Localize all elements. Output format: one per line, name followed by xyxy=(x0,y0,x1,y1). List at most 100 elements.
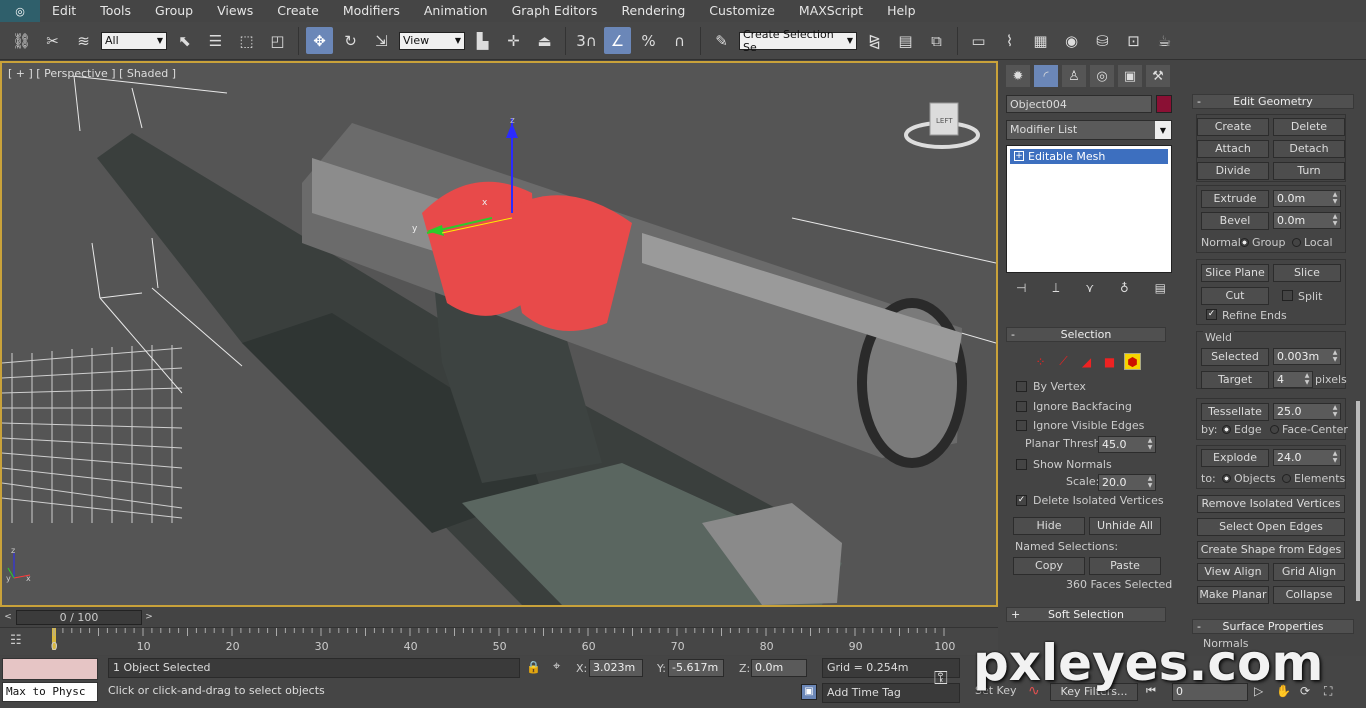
previous-frame-icon[interactable]: < xyxy=(1,610,15,625)
collapse-button[interactable]: Collapse xyxy=(1273,586,1345,604)
select-and-move-icon[interactable]: ✥ xyxy=(306,27,333,54)
rect-selection-region-icon[interactable]: ⬚ xyxy=(233,27,260,54)
explode-elements-radio[interactable]: Elements xyxy=(1282,472,1345,485)
menu-tools[interactable]: Tools xyxy=(88,0,143,22)
create-button[interactable]: Create xyxy=(1197,118,1269,136)
explode-objects-radio[interactable]: Objects xyxy=(1222,472,1276,485)
absolute-mode-icon[interactable]: ⌖ xyxy=(553,659,560,674)
toggle-ribbon-icon[interactable]: ▭ xyxy=(965,27,992,54)
layer-manager-icon[interactable]: ⧉ xyxy=(923,27,950,54)
maxscript-listener-mini[interactable] xyxy=(2,658,98,680)
hierarchy-tab-icon[interactable]: ♙ xyxy=(1062,65,1086,87)
menu-group[interactable]: Group xyxy=(143,0,205,22)
bind-space-warp-icon[interactable]: ≋ xyxy=(70,27,97,54)
set-key-mode-icon[interactable]: ⚿ xyxy=(934,668,948,689)
attach-button[interactable]: Attach xyxy=(1197,140,1269,158)
tessellate-face-center-radio[interactable]: Face-Center xyxy=(1270,423,1348,436)
object-name-field[interactable]: Object004 xyxy=(1006,95,1152,113)
render-production-icon[interactable]: ☕ xyxy=(1151,27,1178,54)
rendered-frame-window-icon[interactable]: ⊡ xyxy=(1120,27,1147,54)
link-icon[interactable]: ⛓ xyxy=(8,27,35,54)
pin-stack-icon[interactable]: ⊣ xyxy=(1016,281,1026,297)
window-crossing-icon[interactable]: ◰ xyxy=(264,27,291,54)
bevel-button[interactable]: Bevel xyxy=(1201,212,1269,230)
time-tag-icon[interactable]: ▣ xyxy=(801,684,817,700)
weld-target-pixels-spinner[interactable]: 4 ▲ ▼ xyxy=(1273,371,1313,388)
soft-selection-rollout-header[interactable]: + Soft Selection xyxy=(1006,607,1166,622)
display-tab-icon[interactable]: ▣ xyxy=(1118,65,1142,87)
selection-rollout-header[interactable]: - Selection xyxy=(1006,327,1166,342)
time-slider-thumb[interactable]: 0 / 100 xyxy=(16,610,142,625)
extrude-amount-spinner[interactable]: 0.0m ▲ ▼ xyxy=(1273,190,1341,207)
perspective-viewport[interactable]: z y x LEFT x y z [ + ] [ Perspective ] [… xyxy=(0,61,998,607)
select-open-edges-button[interactable]: Select Open Edges xyxy=(1197,518,1345,536)
x-coordinate-field[interactable]: 3.023m xyxy=(589,659,643,677)
motion-tab-icon[interactable]: ◎ xyxy=(1090,65,1114,87)
tessellate-edge-radio[interactable]: Edge xyxy=(1222,423,1262,436)
remove-modifier-icon[interactable]: ♁ xyxy=(1120,281,1129,297)
cut-button[interactable]: Cut xyxy=(1201,287,1269,305)
snap-toggle-icon[interactable]: 3 ∩ xyxy=(573,27,600,54)
create-shape-from-edges-button[interactable]: Create Shape from Edges xyxy=(1197,541,1345,559)
select-and-rotate-icon[interactable]: ↻ xyxy=(337,27,364,54)
menu-create[interactable]: Create xyxy=(265,0,331,22)
show-normals-checkbox[interactable] xyxy=(1016,459,1027,470)
split-checkbox[interactable] xyxy=(1282,290,1293,301)
menu-graph-editors[interactable]: Graph Editors xyxy=(500,0,610,22)
select-manipulate-icon[interactable]: ✛ xyxy=(500,27,527,54)
ignore-visible-edges-checkbox[interactable] xyxy=(1016,420,1027,431)
track-bar[interactable]: ☷ 0 10 20 30 40 50 60 70 80 90 100 xyxy=(0,627,998,655)
schematic-view-icon[interactable]: ▦ xyxy=(1027,27,1054,54)
command-panel-scrollbar[interactable] xyxy=(1356,401,1360,601)
maximize-viewport-icon[interactable]: ⛶ xyxy=(1324,684,1332,699)
make-planar-button[interactable]: Make Planar xyxy=(1197,586,1269,604)
menu-maxscript[interactable]: MAXScript xyxy=(787,0,875,22)
select-and-scale-icon[interactable]: ⇲ xyxy=(368,27,395,54)
y-coordinate-field[interactable]: -5.617m xyxy=(668,659,724,677)
select-by-name-icon[interactable]: ☰ xyxy=(202,27,229,54)
weld-target-button[interactable]: Target xyxy=(1201,371,1269,389)
explode-angle-spinner[interactable]: 24.0 ▲ ▼ xyxy=(1273,449,1341,466)
pivot-center-icon[interactable]: ▙ xyxy=(469,27,496,54)
remove-isolated-vertices-button[interactable]: Remove Isolated Vertices xyxy=(1197,495,1345,513)
planar-thresh-spinner[interactable]: 45.0 ▲ ▼ xyxy=(1098,436,1156,453)
expand-icon[interactable]: + xyxy=(1014,151,1024,161)
mirror-icon[interactable]: ⧎ xyxy=(861,27,888,54)
grid-align-button[interactable]: Grid Align xyxy=(1273,563,1345,581)
create-tab-icon[interactable]: ✹ xyxy=(1006,65,1030,87)
menu-rendering[interactable]: Rendering xyxy=(609,0,697,22)
refine-ends-checkbox[interactable]: ✓ xyxy=(1206,309,1217,320)
turn-button[interactable]: Turn xyxy=(1273,162,1345,180)
paste-button[interactable]: Paste xyxy=(1089,557,1161,575)
menu-modifiers[interactable]: Modifiers xyxy=(331,0,412,22)
percent-snap-icon[interactable]: % xyxy=(635,27,662,54)
detach-button[interactable]: Detach xyxy=(1273,140,1345,158)
weld-selected-button[interactable]: Selected xyxy=(1201,348,1269,366)
normals-scale-spinner[interactable]: 20.0 ▲ ▼ xyxy=(1098,474,1156,491)
modifier-stack-list[interactable]: + Editable Mesh xyxy=(1006,145,1172,273)
angle-snap-icon[interactable]: ∠ xyxy=(604,27,631,54)
named-selection-set-select[interactable]: Create Selection Se ▼ xyxy=(739,28,857,54)
menu-edit[interactable]: Edit xyxy=(40,0,88,22)
weld-threshold-spinner[interactable]: 0.003m ▲ ▼ xyxy=(1273,348,1341,365)
view-align-button[interactable]: View Align xyxy=(1197,563,1269,581)
ignore-backfacing-checkbox[interactable] xyxy=(1016,401,1027,412)
stack-item-editable-mesh[interactable]: + Editable Mesh xyxy=(1010,149,1168,164)
mini-curve-editor-icon[interactable]: ☷ xyxy=(10,633,22,648)
viewcube[interactable]: LEFT xyxy=(904,102,980,149)
menu-views[interactable]: Views xyxy=(205,0,265,22)
edge-subobject-icon[interactable]: ⟋ xyxy=(1055,353,1072,370)
by-vertex-checkbox[interactable] xyxy=(1016,381,1027,392)
slice-button[interactable]: Slice xyxy=(1273,264,1341,282)
menu-customize[interactable]: Customize xyxy=(697,0,787,22)
app-logo-icon[interactable]: ◎ xyxy=(0,0,40,22)
slice-plane-button[interactable]: Slice Plane xyxy=(1201,264,1269,282)
object-color-swatch[interactable] xyxy=(1156,95,1172,113)
bevel-amount-spinner[interactable]: 0.0m ▲ ▼ xyxy=(1273,212,1341,229)
keyboard-shortcut-override-icon[interactable]: ⏏ xyxy=(531,27,558,54)
hide-button[interactable]: Hide xyxy=(1013,517,1085,535)
unlink-icon[interactable]: ✂ xyxy=(39,27,66,54)
z-coordinate-field[interactable]: 0.0m xyxy=(751,659,807,677)
copy-button[interactable]: Copy xyxy=(1013,557,1085,575)
unhide-all-button[interactable]: Unhide All xyxy=(1089,517,1161,535)
